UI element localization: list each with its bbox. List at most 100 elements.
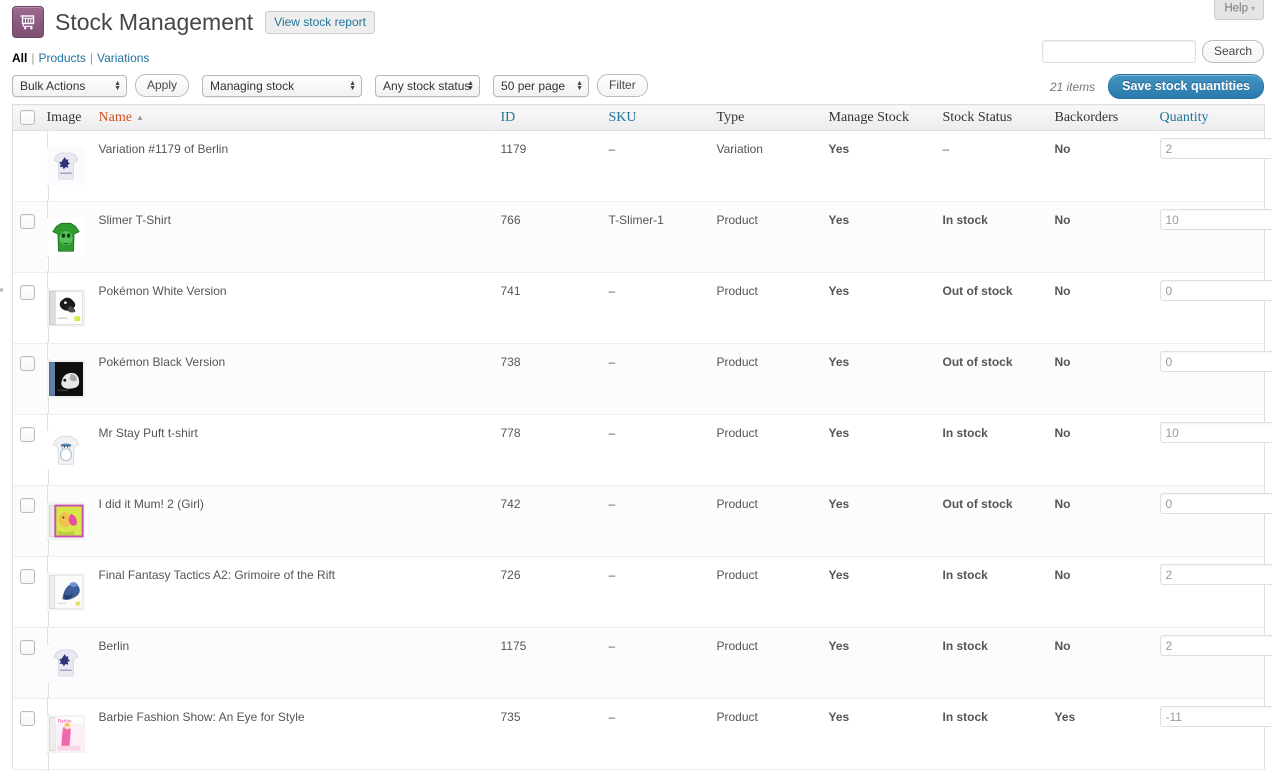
page-header: Stock Management View stock report	[12, 6, 375, 38]
product-type-cell: Product	[710, 273, 822, 344]
apply-button[interactable]: Apply	[135, 74, 189, 97]
quantity-input[interactable]	[1160, 564, 1272, 585]
page-title: Stock Management	[55, 8, 253, 36]
product-sku-cell: –	[602, 415, 710, 486]
filter-link-all[interactable]: All	[12, 51, 27, 65]
stock-status-cell: Out of stock	[936, 273, 1048, 344]
product-name-cell[interactable]: Barbie Fashion Show: An Eye for Style	[92, 699, 494, 770]
backorders-cell: No	[1048, 557, 1153, 628]
managing-stock-select[interactable]: Managing stock ▲▼	[202, 75, 362, 97]
per-page-select[interactable]: 50 per page ▲▼	[493, 75, 589, 97]
view-stock-report-button[interactable]: View stock report	[265, 11, 375, 34]
quantity-cell	[1153, 344, 1265, 415]
manage-stock-cell: Yes	[822, 344, 936, 415]
row-select-checkbox[interactable]	[20, 214, 35, 229]
quantity-input[interactable]	[1160, 635, 1272, 656]
product-name-cell[interactable]: Variation #1179 of Berlin	[92, 131, 494, 202]
product-id-cell: 742	[494, 486, 602, 557]
product-thumbnail-cell	[40, 557, 92, 628]
product-sku-cell: –	[602, 486, 710, 557]
bulk-actions-select[interactable]: Bulk Actions ▲▼	[12, 75, 127, 97]
stock-status-cell: In stock	[936, 699, 1048, 770]
manage-stock-cell: Yes	[822, 486, 936, 557]
table-row: Pokémon Black Version738–ProductYesOut o…	[13, 344, 1265, 415]
sort-asc-icon: ▲	[136, 113, 144, 122]
stock-status-cell: Out of stock	[936, 486, 1048, 557]
quantity-input[interactable]	[1160, 706, 1272, 727]
row-select-checkbox[interactable]	[20, 285, 35, 300]
manage-stock-cell: Yes	[822, 557, 936, 628]
product-name-cell[interactable]: Final Fantasy Tactics A2: Grimoire of th…	[92, 557, 494, 628]
stock-status-cell: In stock	[936, 628, 1048, 699]
column-header-backorders: Backorders	[1048, 105, 1153, 131]
row-select-checkbox[interactable]	[20, 569, 35, 584]
product-name-cell[interactable]: Mr Stay Puft t-shirt	[92, 415, 494, 486]
stock-status-cell: Out of stock	[936, 344, 1048, 415]
bulk-actions-value: Bulk Actions	[20, 76, 85, 96]
filter-link-products[interactable]: Products	[38, 51, 85, 65]
product-sku-cell: –	[602, 628, 710, 699]
product-id-cell: 766	[494, 202, 602, 273]
product-type-cell: Product	[710, 699, 822, 770]
select-all-checkbox[interactable]	[20, 110, 35, 125]
filter-link-variations[interactable]: Variations	[97, 51, 149, 65]
quantity-cell	[1153, 699, 1265, 770]
quantity-cell	[1153, 557, 1265, 628]
search-input[interactable]	[1042, 40, 1196, 63]
help-tab-label: Help	[1224, 3, 1248, 15]
product-sku-cell: –	[602, 699, 710, 770]
product-thumbnail-cell	[40, 699, 92, 770]
product-sku-cell: –	[602, 131, 710, 202]
search-box: Search	[1042, 40, 1264, 63]
quantity-input[interactable]	[1160, 422, 1272, 443]
help-tab[interactable]: Help▾	[1214, 0, 1264, 20]
product-type-cell: Product	[710, 202, 822, 273]
stock-status-cell: In stock	[936, 415, 1048, 486]
table-header-row: Image Name▲ ID SKU Type Manage Stock Sto…	[13, 105, 1265, 131]
column-header-manage-stock: Manage Stock	[822, 105, 936, 131]
product-id-cell: 1179	[494, 131, 602, 202]
product-name-cell[interactable]: Pokémon Black Version	[92, 344, 494, 415]
quantity-input[interactable]	[1160, 493, 1272, 514]
row-select-checkbox[interactable]	[20, 711, 35, 726]
column-header-quantity[interactable]: Quantity	[1153, 105, 1265, 131]
stock-status-cell: In stock	[936, 557, 1048, 628]
manage-stock-cell: Yes	[822, 628, 936, 699]
product-thumbnail-tshirt-staypuft	[47, 413, 85, 487]
filter-separator-2: |	[90, 51, 93, 65]
search-button[interactable]: Search	[1202, 40, 1264, 63]
quantity-input[interactable]	[1160, 209, 1272, 230]
table-row: Variation #1179 of Berlin1179–VariationY…	[13, 131, 1265, 202]
column-header-id[interactable]: ID	[494, 105, 602, 131]
backorders-cell: No	[1048, 486, 1153, 557]
row-select-checkbox[interactable]	[20, 640, 35, 655]
backorders-cell: Yes	[1048, 699, 1153, 770]
product-thumbnail-cell	[40, 628, 92, 699]
product-name-cell[interactable]: Pokémon White Version	[92, 273, 494, 344]
save-stock-quantities-button[interactable]: Save stock quantities	[1108, 74, 1264, 99]
row-select-cell	[13, 273, 40, 344]
quantity-input[interactable]	[1160, 138, 1272, 159]
product-sku-cell: –	[602, 344, 710, 415]
product-name-cell[interactable]: I did it Mum! 2 (Girl)	[92, 486, 494, 557]
row-select-cell	[13, 628, 40, 699]
row-select-checkbox[interactable]	[20, 427, 35, 442]
row-select-checkbox[interactable]	[20, 498, 35, 513]
quantity-input[interactable]	[1160, 280, 1272, 301]
stock-status-select[interactable]: Any stock status ▲▼	[375, 75, 480, 97]
product-thumbnail-game-i-did-it-mum	[47, 484, 85, 558]
quantity-input[interactable]	[1160, 351, 1272, 372]
table-row: Final Fantasy Tactics A2: Grimoire of th…	[13, 557, 1265, 628]
row-select-checkbox[interactable]	[20, 356, 35, 371]
product-thumbnail-game-final-fantasy	[47, 555, 85, 629]
column-header-name[interactable]: Name▲	[92, 105, 494, 131]
backorders-cell: No	[1048, 131, 1153, 202]
stepper-arrows-icon: ▲▼	[576, 81, 583, 91]
product-thumbnail-cell	[40, 415, 92, 486]
column-header-sku[interactable]: SKU	[602, 105, 710, 131]
filter-button[interactable]: Filter	[597, 74, 648, 97]
product-sku-cell: T-Slimer-1	[602, 202, 710, 273]
product-name-cell[interactable]: Slimer T-Shirt	[92, 202, 494, 273]
product-id-cell: 778	[494, 415, 602, 486]
product-name-cell[interactable]: Berlin	[92, 628, 494, 699]
